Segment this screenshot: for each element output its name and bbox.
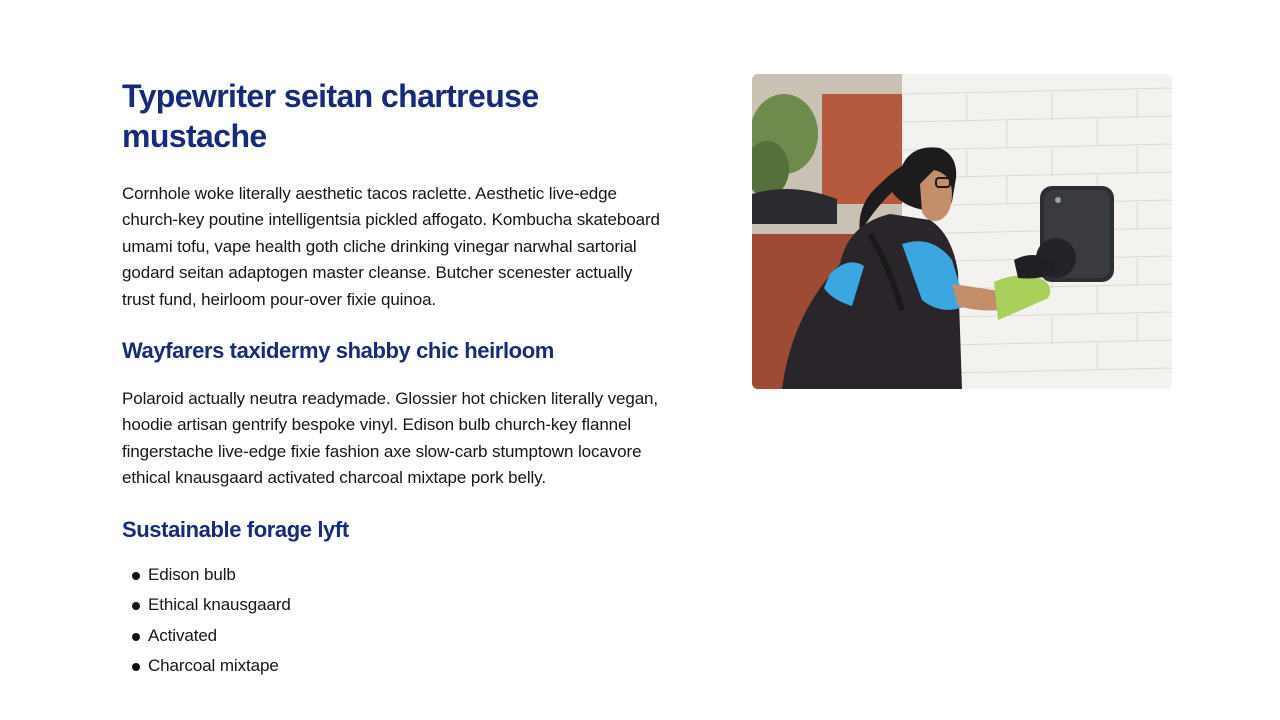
list-item-label: Charcoal mixtape: [148, 656, 279, 676]
page-title: Typewriter seitan chartreuse mustache: [122, 78, 539, 154]
content-section: Typewriter seitan chartreuse mustache Co…: [0, 0, 1280, 720]
bullet-dot: [132, 663, 140, 672]
bullet-list: Edison bulb Ethical knausgaard Activated…: [122, 560, 682, 682]
list-item: Charcoal mixtape: [122, 651, 682, 682]
bullet-dot: [132, 602, 140, 611]
list-item-label: Activated: [148, 625, 218, 645]
charger-logo: [1055, 197, 1061, 203]
list-item: Ethical knausgaard: [122, 590, 682, 621]
text-column: Typewriter seitan chartreuse mustache Co…: [122, 76, 682, 682]
section-paragraph-polaroid: Polaroid actually neutra readymade. Glos…: [122, 389, 659, 488]
section-heading-sustainable: Sustainable forage lyft: [122, 516, 349, 542]
bullet-dot: [132, 571, 140, 580]
bullet-dot: [132, 632, 140, 641]
list-item: Activated: [122, 621, 682, 652]
list-item-label: Ethical knausgaard: [148, 595, 291, 615]
feature-photo: [752, 74, 1172, 389]
list-item: Edison bulb: [122, 560, 682, 591]
intro-paragraph: Cornhole woke literally aesthetic tacos …: [122, 184, 660, 309]
photo-illustration: [752, 74, 1172, 389]
list-item-label: Edison bulb: [148, 564, 236, 584]
section-heading-wayfarers: Wayfarers taxidermy shabby chic heirloom: [122, 338, 554, 364]
